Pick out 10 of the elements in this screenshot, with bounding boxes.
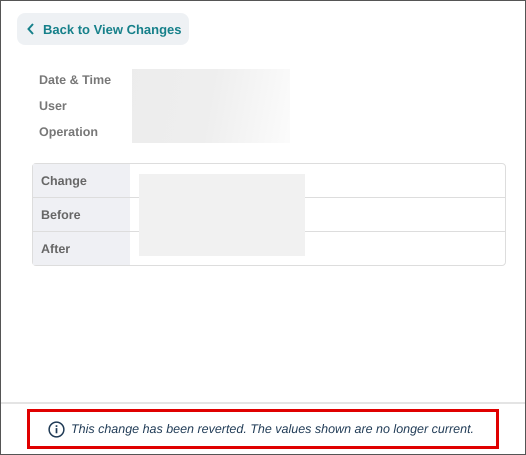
field-label: User: [39, 98, 68, 115]
back-button[interactable]: Back to View Changes: [17, 13, 190, 45]
row-header: Before: [33, 197, 130, 231]
notice-text: This change has been reverted. The values shown are no longer current.: [71, 422, 474, 436]
field-label: Operation: [39, 124, 100, 141]
row-header: After: [33, 231, 130, 265]
info-icon: [48, 420, 65, 438]
chevron-left-icon: [27, 23, 35, 35]
row-header: Change: [33, 164, 130, 197]
field-label: Date & Time: [39, 72, 112, 89]
